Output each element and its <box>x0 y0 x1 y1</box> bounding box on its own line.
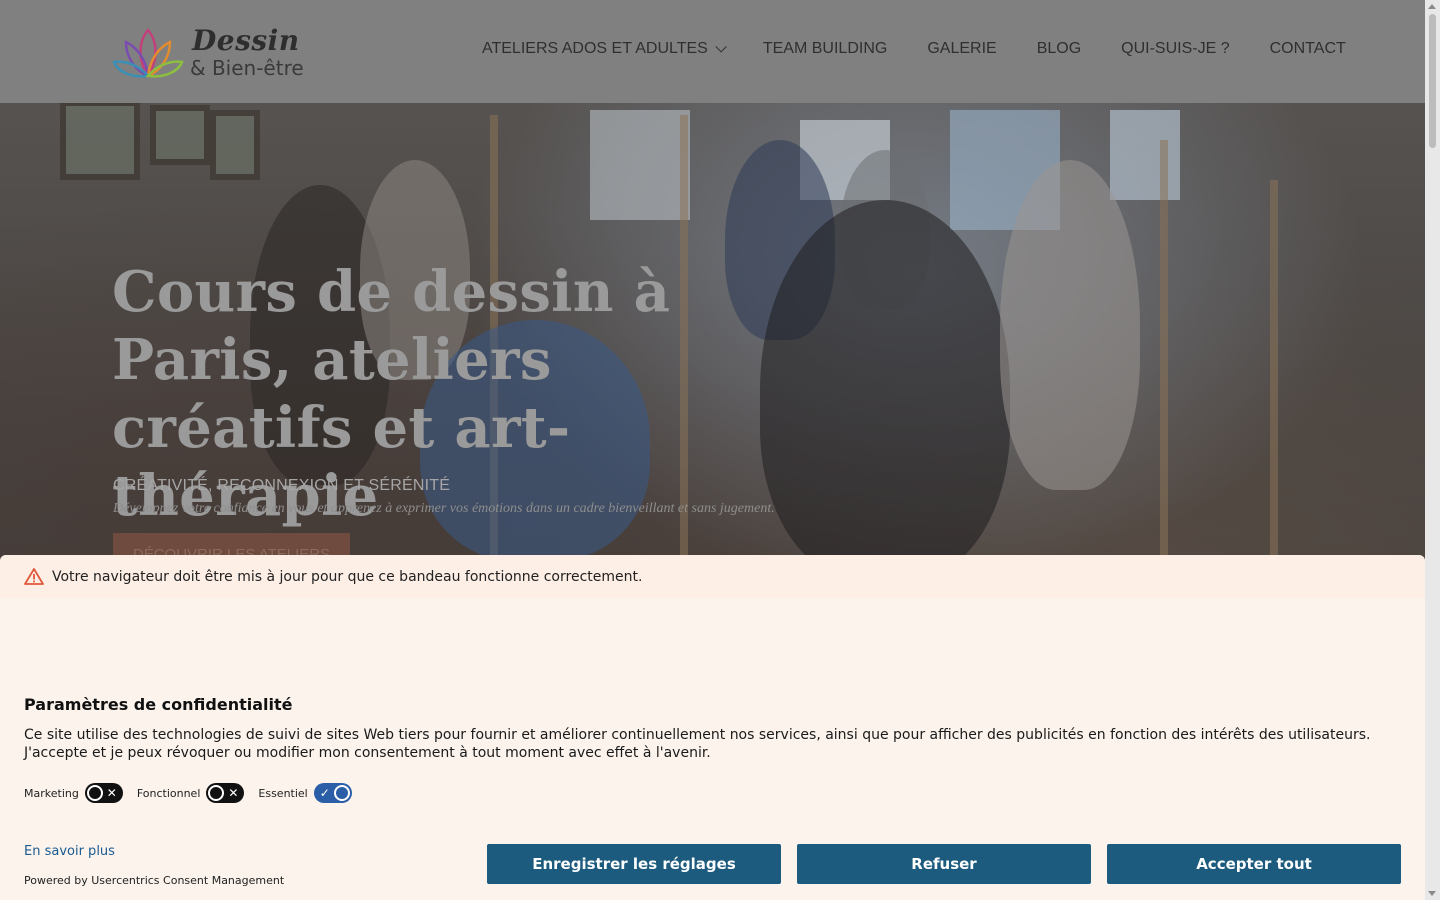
scroll-thumb[interactable] <box>1429 14 1436 148</box>
x-icon: ✕ <box>228 786 239 800</box>
nav-item-blog[interactable]: BLOG <box>1037 40 1081 58</box>
hero-subtitle: CRÉATIVITÉ, RECONNEXION ET SÉRÉNITÉ <box>113 477 451 494</box>
hero-description: Développez votre confiance en vous et ap… <box>113 501 775 516</box>
consent-title: Paramètres de confidentialité <box>24 695 293 714</box>
toggle-label-marketing: Marketing <box>24 786 79 800</box>
page-scrollbar[interactable] <box>1425 0 1440 900</box>
consent-toggles: Marketing ✕ Fonctionnel ✕ Essentiel ✓ <box>24 783 366 803</box>
student-figure <box>760 200 1010 580</box>
student-figure <box>1000 160 1140 490</box>
nav-item-label: QUI-SUIS-JE ? <box>1121 40 1230 57</box>
wall-painting <box>210 110 260 180</box>
nav-item-label: TEAM BUILDING <box>762 40 888 57</box>
canvas <box>590 110 690 220</box>
nav-item-label: BLOG <box>1036 40 1082 57</box>
check-icon: ✓ <box>319 786 330 800</box>
nav-item-label: ATELIERS ADOS ET ADULTES <box>482 40 708 57</box>
warning-icon <box>24 568 44 585</box>
scroll-down-arrow-icon[interactable] <box>1428 891 1436 896</box>
x-icon: ✕ <box>106 786 117 800</box>
functional-toggle[interactable]: ✕ <box>206 783 245 803</box>
logo-word-bien-etre: & Bien-être <box>190 56 304 80</box>
easel <box>1160 140 1168 580</box>
nav-item-contact[interactable]: CONTACT <box>1270 40 1346 58</box>
browser-warning-text: Votre navigateur doit être mis à jour po… <box>52 569 643 585</box>
canvas <box>1110 110 1180 200</box>
essential-toggle[interactable]: ✓ <box>313 783 352 803</box>
toggle-knob <box>208 785 225 801</box>
logo-word-dessin: Dessin <box>192 24 300 57</box>
site-logo[interactable]: Dessin & Bien-être <box>112 24 312 84</box>
toggle-label-fonctionnel: Fonctionnel <box>136 786 201 800</box>
scroll-up-arrow-icon[interactable] <box>1428 4 1436 9</box>
easel <box>1270 180 1278 580</box>
nav-item-label: CONTACT <box>1269 40 1346 57</box>
toggle-knob <box>86 785 103 801</box>
nav-item-galerie[interactable]: GALERIE <box>927 40 996 58</box>
nav-item-label: GALERIE <box>927 40 997 57</box>
save-settings-button[interactable]: Enregistrer les réglages <box>487 844 781 884</box>
browser-warning-bar: Votre navigateur doit être mis à jour po… <box>0 555 1425 598</box>
powered-by-text: Powered by Usercentrics Consent Manageme… <box>24 874 285 887</box>
learn-more-link[interactable]: En savoir plus <box>24 844 115 859</box>
accept-all-button[interactable]: Accepter tout <box>1107 844 1401 884</box>
wall-painting <box>60 100 140 180</box>
consent-banner: Votre navigateur doit être mis à jour po… <box>0 555 1425 900</box>
site-header: Dessin & Bien-être ATELIERS ADOS ET ADUL… <box>0 0 1425 103</box>
toggle-label-essentiel: Essentiel <box>258 786 308 800</box>
nav-item-team-building[interactable]: TEAM BUILDING <box>763 40 887 58</box>
nav-item-qui-suis-je[interactable]: QUI-SUIS-JE ? <box>1121 40 1229 58</box>
consent-description: Ce site utilise des technologies de suiv… <box>24 727 1371 761</box>
refuse-button[interactable]: Refuser <box>797 844 1091 884</box>
lotus-logo-icon <box>112 28 184 79</box>
chevron-down-icon <box>715 41 727 53</box>
main-nav: ATELIERS ADOS ET ADULTES TEAM BUILDING G… <box>482 40 1386 58</box>
marketing-toggle[interactable]: ✕ <box>84 783 123 803</box>
wall-painting <box>150 105 210 165</box>
nav-item-ateliers[interactable]: ATELIERS ADOS ET ADULTES <box>482 40 727 58</box>
toggle-knob <box>333 785 350 801</box>
